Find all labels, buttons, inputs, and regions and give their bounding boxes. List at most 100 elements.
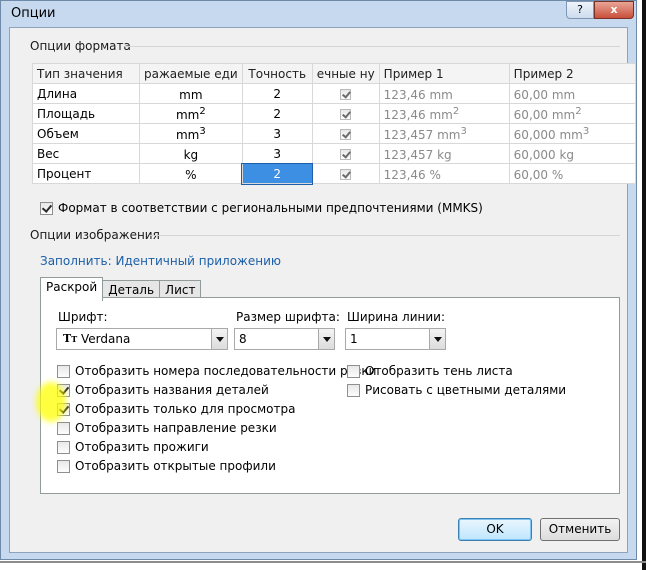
trailing-zeros-checkbox[interactable] — [340, 128, 352, 140]
column-header[interactable]: ечные ну — [311, 63, 380, 84]
trailing-zeros-cell[interactable] — [311, 143, 380, 164]
precision-cell[interactable]: 3 — [241, 143, 313, 164]
checkbox[interactable] — [57, 383, 70, 397]
cancel-button[interactable]: Отменить — [540, 518, 620, 541]
font-size-value: 8 — [239, 332, 247, 346]
fill-link[interactable]: Заполнить: Идентичный приложению — [40, 254, 281, 268]
font-size-select[interactable]: 8 — [234, 328, 335, 350]
trailing-zeros-cell[interactable] — [311, 123, 380, 144]
title-bar[interactable]: Опции ? x — [1, 1, 636, 27]
trailing-zeros-checkbox[interactable] — [340, 88, 352, 100]
column-header[interactable]: Пример 2 — [508, 63, 636, 84]
unit-cell[interactable]: mm — [139, 83, 243, 104]
value-type-cell: Объем — [32, 123, 140, 144]
ok-button[interactable]: OK — [458, 518, 532, 541]
regional-format-label: Формат в соответствии с региональными пр… — [58, 201, 483, 215]
checkbox-label: Отобразить тень листа — [365, 364, 513, 378]
trailing-zeros-cell[interactable] — [311, 163, 380, 184]
window-title: Опции — [11, 6, 56, 21]
example2-cell: 60,000 mm3 — [508, 123, 636, 144]
font-icon: TT — [63, 332, 78, 345]
value-type-cell: Площадь — [32, 103, 140, 124]
column-header[interactable]: Тип значения — [32, 63, 140, 84]
trailing-zeros-cell[interactable] — [311, 103, 380, 124]
image-options-divider — [150, 235, 620, 236]
trailing-zeros-checkbox[interactable] — [340, 148, 352, 160]
font-label: Шрифт: — [58, 310, 108, 324]
font-select[interactable]: TT Verdana — [56, 328, 228, 350]
table-row[interactable]: Длина mm 2 123,46 mm 60,00 mm — [32, 83, 636, 104]
value-type-cell: Вес — [32, 143, 140, 164]
precision-cell-selected[interactable]: 2 — [241, 162, 314, 185]
precision-cell[interactable]: 2 — [241, 103, 313, 124]
checkbox[interactable] — [57, 459, 70, 473]
precision-cell[interactable]: 2 — [241, 83, 313, 104]
show-cut-sequence-option[interactable]: Отобразить номера последовательности рез… — [57, 364, 376, 378]
show-open-profiles-option[interactable]: Отобразить открытые профили — [57, 459, 276, 473]
unit-cell[interactable]: kg — [139, 143, 243, 164]
line-width-value: 1 — [350, 332, 358, 346]
regional-format-option[interactable]: Формат в соответствии с региональными пр… — [40, 201, 483, 215]
table-row[interactable]: Вес kg 3 123,457 kg 60,000 kg — [32, 143, 636, 164]
checkbox-label: Отобразить названия деталей — [75, 383, 269, 397]
checkbox-label: Отобразить открытые профили — [75, 459, 276, 473]
checkbox-label: Отобразить направление резки — [75, 421, 277, 435]
tab-cutting[interactable]: Раскрой — [40, 277, 104, 301]
show-sheet-shadow-option[interactable]: Отобразить тень листа — [347, 364, 513, 378]
column-header[interactable]: Точность — [241, 63, 313, 84]
example2-cell: 60,000 kg — [508, 143, 636, 164]
example2-cell: 60,00 mm2 — [508, 103, 636, 124]
image-options-title: Опции изображения — [30, 228, 166, 242]
trailing-zeros-cell[interactable] — [311, 83, 380, 104]
value-type-cell: Длина — [32, 83, 140, 104]
regional-format-checkbox[interactable] — [40, 201, 53, 215]
chevron-down-icon[interactable] — [211, 329, 227, 349]
column-header[interactable]: ражаемые еди — [139, 63, 243, 84]
column-header[interactable]: Пример 1 — [378, 63, 510, 84]
screen-edge-bottom — [0, 561, 646, 563]
chevron-down-icon[interactable] — [429, 329, 445, 349]
checkbox[interactable] — [57, 402, 70, 416]
checkbox-label: Отобразить прожиги — [75, 440, 209, 454]
help-button[interactable]: ? — [566, 1, 594, 19]
checkbox-label: Рисовать с цветными деталями — [365, 383, 567, 397]
font-size-label: Размер шрифта: — [236, 310, 340, 324]
show-part-names-option[interactable]: Отобразить названия деталей — [57, 383, 269, 397]
example1-cell: 123,457 kg — [378, 143, 510, 164]
trailing-zeros-checkbox[interactable] — [340, 168, 352, 180]
show-preview-only-option[interactable]: Отобразить только для просмотра — [57, 402, 295, 416]
show-piercings-option[interactable]: Отобразить прожиги — [57, 440, 209, 454]
show-cut-direction-option[interactable]: Отобразить направление резки — [57, 421, 277, 435]
example1-cell: 123,46 mm — [378, 83, 510, 104]
example1-cell: 123,46 mm2 — [378, 103, 510, 124]
table-row[interactable]: Площадь mm2 2 123,46 mm2 60,00 mm2 — [32, 103, 636, 124]
example2-cell: 60,00 mm — [508, 83, 636, 104]
example1-cell: 123,46 % — [378, 163, 510, 184]
screen-edge — [642, 0, 646, 570]
checkbox-label: Отобразить номера последовательности рез… — [75, 364, 377, 378]
checkbox[interactable] — [347, 383, 360, 397]
checkbox[interactable] — [347, 364, 360, 378]
table-row[interactable]: Объем mm3 3 123,457 mm3 60,000 mm3 — [32, 123, 636, 144]
line-width-label: Ширина линии: — [347, 310, 446, 324]
unit-cell[interactable]: % — [139, 163, 243, 184]
precision-cell[interactable]: 3 — [241, 123, 313, 144]
unit-cell[interactable]: mm3 — [139, 123, 243, 144]
format-table: Тип значения ражаемые еди Точность ечные… — [32, 63, 636, 185]
table-row[interactable]: Процент % 2 123,46 % 60,00 % — [32, 162, 636, 185]
format-options-divider — [125, 46, 620, 47]
chevron-down-icon[interactable] — [318, 329, 334, 349]
example2-cell: 60,00 % — [508, 163, 636, 184]
line-width-select[interactable]: 1 — [345, 328, 446, 350]
table-header: Тип значения ражаемые еди Точность ечные… — [32, 63, 636, 84]
colored-parts-option[interactable]: Рисовать с цветными деталями — [347, 383, 566, 397]
checkbox-label: Отобразить только для просмотра — [75, 402, 296, 416]
example1-cell: 123,457 mm3 — [378, 123, 510, 144]
unit-cell[interactable]: mm2 — [139, 103, 243, 124]
trailing-zeros-checkbox[interactable] — [340, 108, 352, 120]
checkbox[interactable] — [57, 440, 70, 454]
value-type-cell: Процент — [32, 163, 140, 184]
checkbox[interactable] — [57, 421, 70, 435]
close-button[interactable]: x — [594, 1, 634, 19]
checkbox[interactable] — [57, 364, 70, 378]
